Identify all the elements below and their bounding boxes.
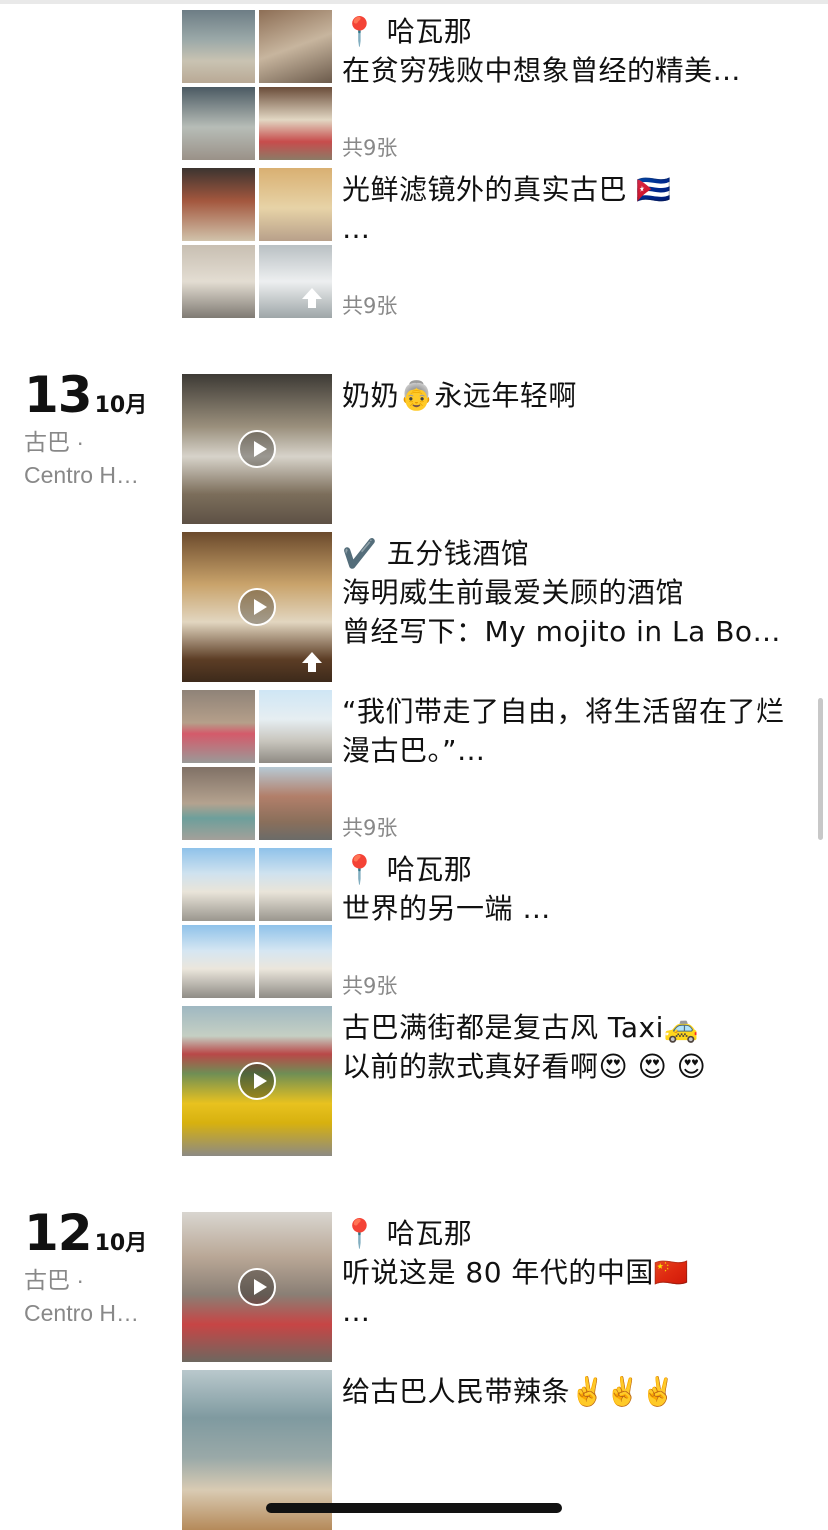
post-caption: 光鲜滤镜外的真实古巴 🇨🇺 … bbox=[342, 173, 672, 245]
photo-thumbnail bbox=[259, 168, 332, 241]
post-caption: ✔️ 五分钱酒馆 海明威生前最爱关顾的酒馆 曾经写下：My mojito in … bbox=[342, 537, 782, 648]
date-day: 13 bbox=[24, 366, 93, 424]
timeline-post[interactable]: 📍 哈瓦那 世界的另一端 … 共9张 bbox=[182, 848, 802, 998]
photo-thumbnail bbox=[182, 767, 255, 840]
post-caption: 给古巴人民带辣条✌️✌️✌️ bbox=[342, 1375, 677, 1408]
upload-arrow-icon bbox=[302, 288, 322, 310]
video-thumbnail[interactable] bbox=[182, 1006, 332, 1156]
post-caption: 📍 哈瓦那 听说这是 80 年代的中国🇨🇳 … bbox=[342, 1217, 690, 1328]
post-caption: 古巴满街都是复古风 Taxi🚕 以前的款式真好看啊😍 😍 😍 bbox=[342, 1011, 707, 1083]
location-label[interactable]: 古巴 · Centro H… bbox=[24, 1264, 147, 1330]
video-thumbnail[interactable] bbox=[182, 374, 332, 524]
photo-grid[interactable] bbox=[182, 848, 332, 998]
photo-grid[interactable] bbox=[182, 690, 332, 840]
photo-thumbnail bbox=[259, 10, 332, 83]
photo-thumbnail bbox=[182, 245, 255, 318]
post-caption: 奶奶👵永远年轻啊 bbox=[342, 379, 577, 412]
date-month: 10月 bbox=[94, 393, 148, 418]
top-divider bbox=[0, 0, 828, 4]
post-caption: 📍 哈瓦那 世界的另一端 … bbox=[342, 853, 551, 925]
timeline-post[interactable]: 📍 哈瓦那 听说这是 80 年代的中国🇨🇳 … bbox=[182, 1212, 802, 1362]
photo-count: 共9张 bbox=[342, 816, 398, 840]
video-thumbnail[interactable] bbox=[182, 1212, 332, 1362]
photo-thumbnail bbox=[182, 87, 255, 160]
photo-grid[interactable] bbox=[182, 168, 332, 318]
date-header: 13 10月 古巴 · Centro H… bbox=[24, 368, 147, 492]
timeline-post[interactable]: ✔️ 五分钱酒馆 海明威生前最爱关顾的酒馆 曾经写下：My mojito in … bbox=[182, 532, 802, 682]
play-icon[interactable] bbox=[238, 1268, 276, 1306]
home-indicator[interactable] bbox=[266, 1503, 562, 1513]
post-caption: 📍 哈瓦那 在贫穷残败中想象曾经的精美… bbox=[342, 15, 742, 87]
play-icon[interactable] bbox=[238, 1062, 276, 1100]
photo-count: 共9张 bbox=[342, 136, 398, 160]
scrollbar[interactable] bbox=[818, 698, 823, 840]
timeline-post[interactable]: 古巴满街都是复古风 Taxi🚕 以前的款式真好看啊😍 😍 😍 bbox=[182, 1006, 802, 1156]
upload-arrow-icon bbox=[302, 652, 322, 674]
photo-thumbnail bbox=[182, 690, 255, 763]
timeline-post[interactable]: “我们带走了自由，将生活留在了烂漫古巴。”… 共9张 bbox=[182, 690, 802, 840]
photo-thumbnail bbox=[259, 245, 332, 318]
photo-thumbnail bbox=[259, 690, 332, 763]
date-month: 10月 bbox=[94, 1231, 148, 1256]
photo-count: 共9张 bbox=[342, 974, 398, 998]
photo-count: 共9张 bbox=[342, 294, 398, 318]
photo-thumbnail bbox=[259, 87, 332, 160]
date-day: 12 bbox=[24, 1204, 93, 1262]
location-label[interactable]: 古巴 · Centro H… bbox=[24, 426, 147, 492]
photo-thumbnail bbox=[259, 767, 332, 840]
photo-thumbnail bbox=[182, 848, 255, 921]
timeline-post[interactable]: 📍 哈瓦那 在贫穷残败中想象曾经的精美… 共9张 bbox=[182, 10, 802, 160]
timeline-post[interactable]: 光鲜滤镜外的真实古巴 🇨🇺 … 共9张 bbox=[182, 168, 802, 318]
play-icon[interactable] bbox=[238, 588, 276, 626]
photo-grid[interactable] bbox=[182, 10, 332, 160]
photo-thumbnail bbox=[259, 848, 332, 921]
video-thumbnail[interactable] bbox=[182, 532, 332, 682]
photo-thumbnail bbox=[182, 925, 255, 998]
timeline-post[interactable]: 奶奶👵永远年轻啊 bbox=[182, 374, 802, 524]
play-icon[interactable] bbox=[238, 430, 276, 468]
photo-thumbnail bbox=[259, 925, 332, 998]
photo-thumbnail bbox=[182, 10, 255, 83]
photo-thumbnail bbox=[182, 168, 255, 241]
date-header: 12 10月 古巴 · Centro H… bbox=[24, 1206, 147, 1330]
post-caption: “我们带走了自由，将生活留在了烂漫古巴。”… bbox=[342, 695, 785, 767]
